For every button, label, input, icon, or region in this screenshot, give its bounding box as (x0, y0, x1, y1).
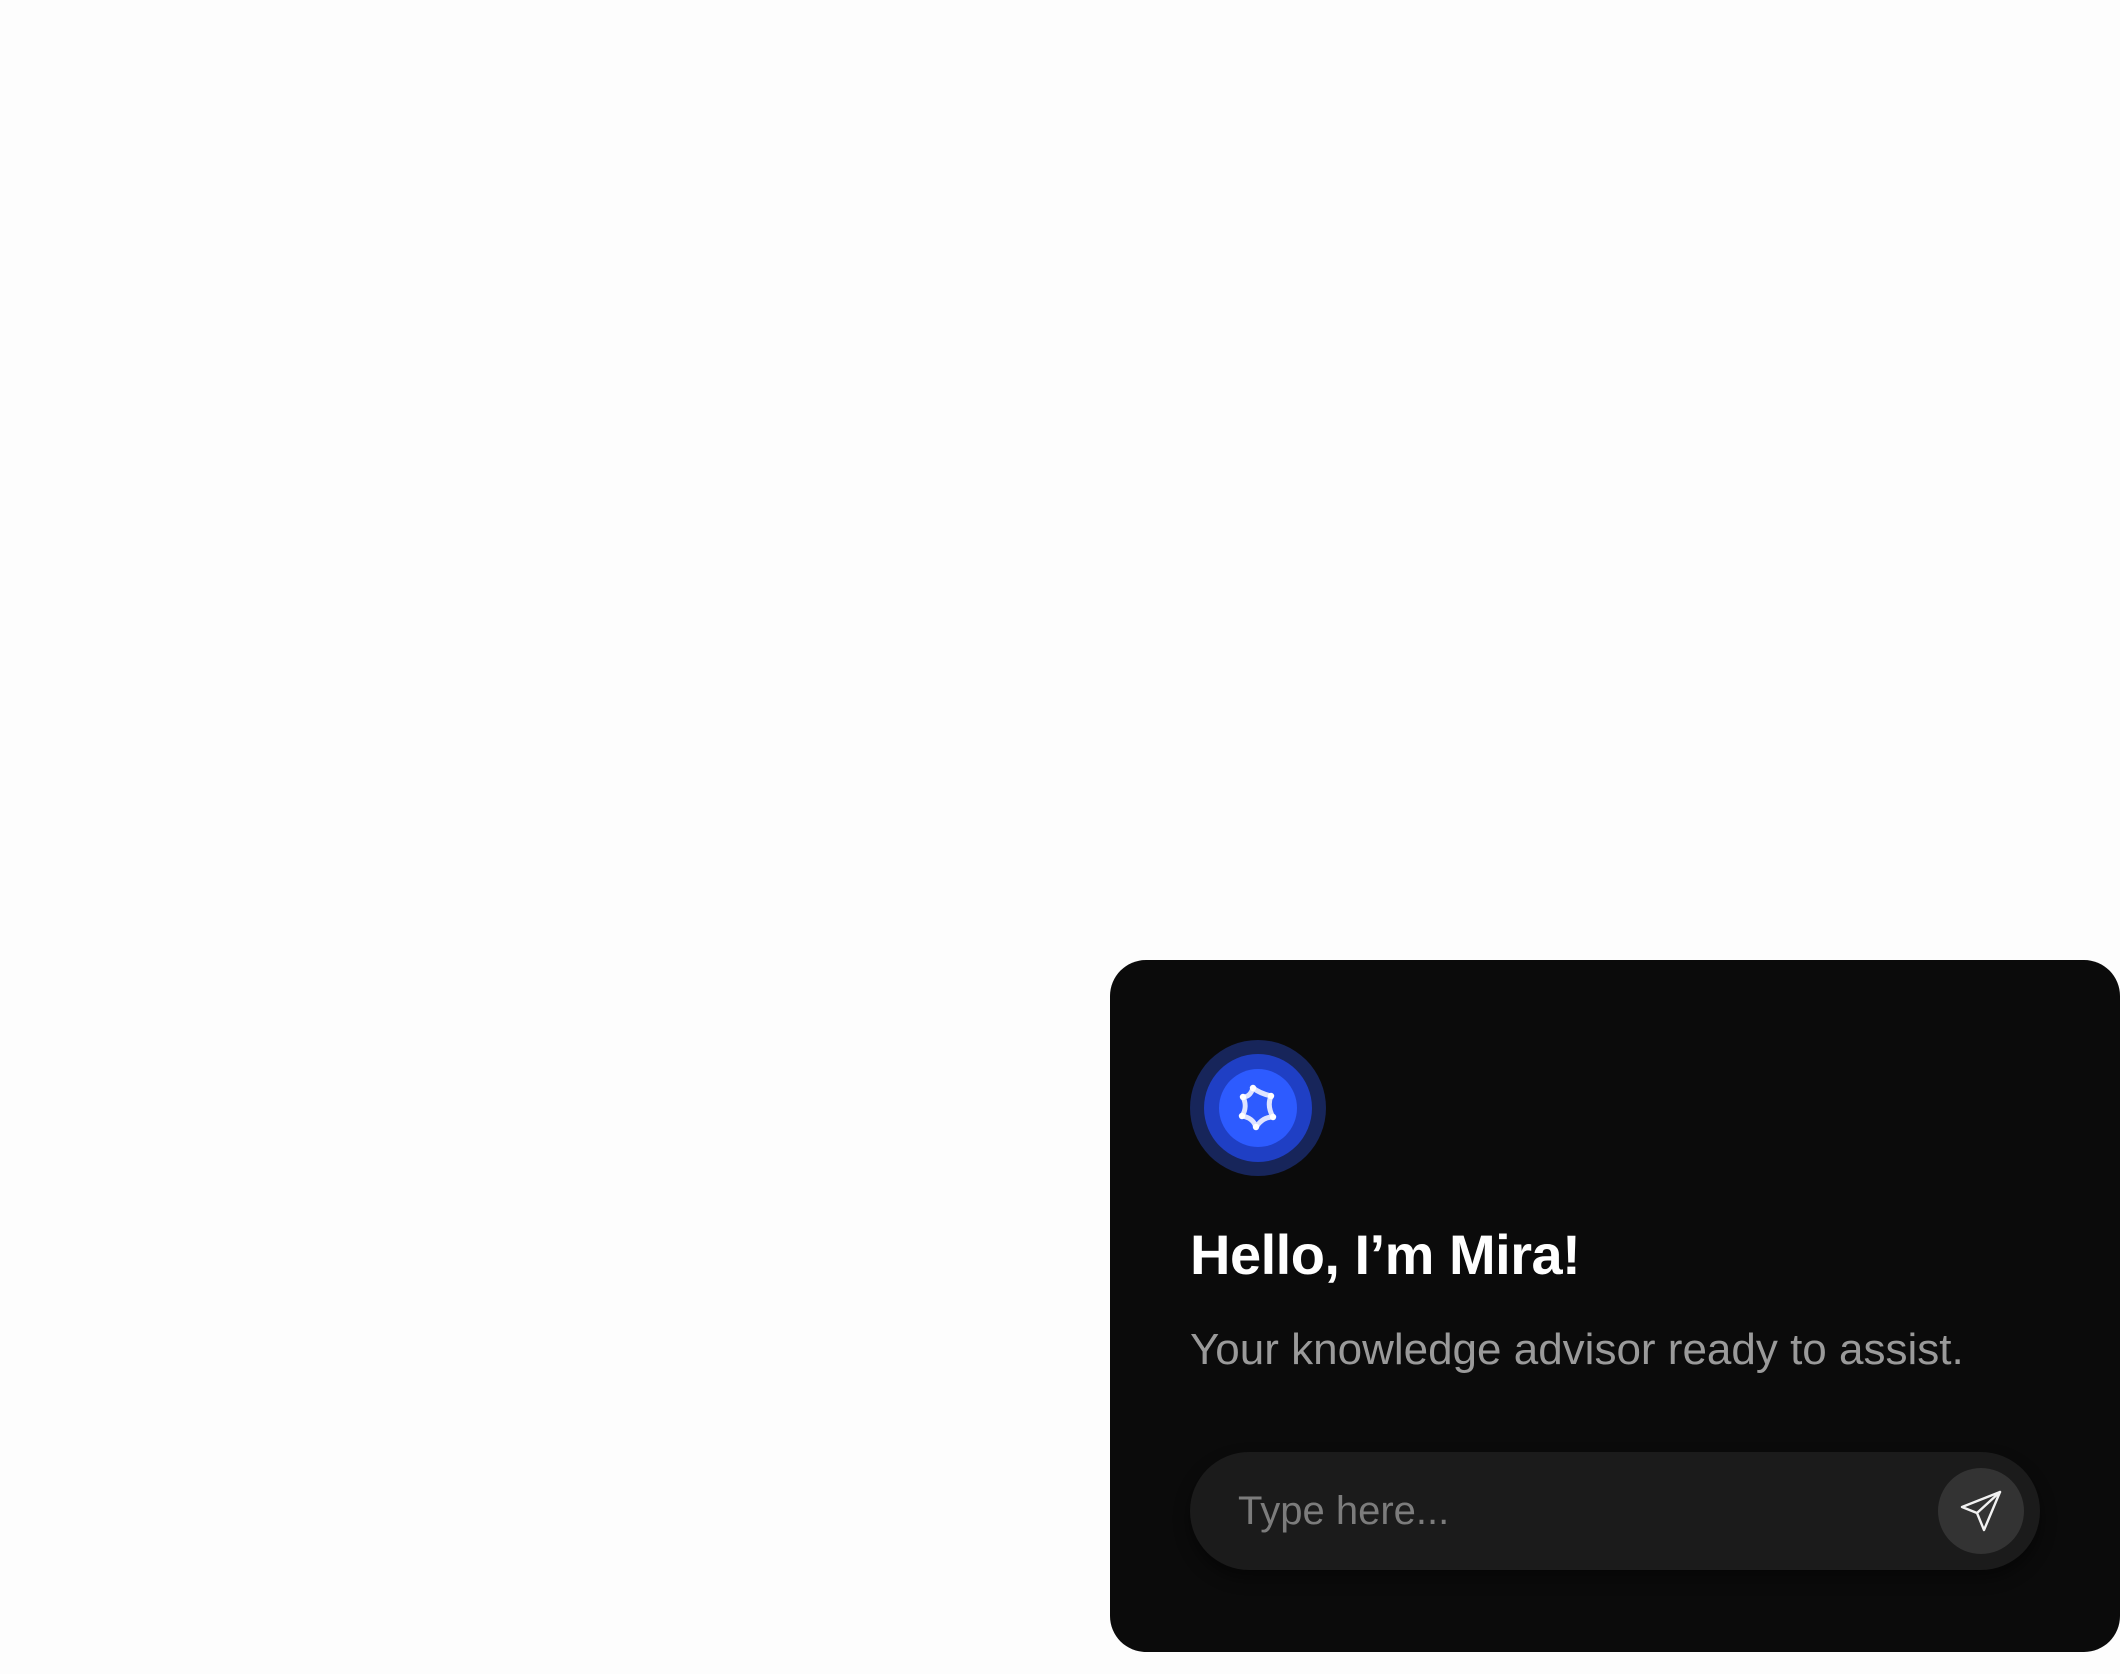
sparkle-star-icon (1238, 1084, 1277, 1131)
assistant-avatar (1190, 1040, 1326, 1176)
assistant-subtitle: Your knowledge advisor ready to assist. (1190, 1325, 1964, 1374)
paper-plane-icon (1960, 1490, 2002, 1532)
message-input[interactable] (1238, 1452, 1918, 1570)
assistant-greeting-title: Hello, I’m Mira! (1190, 1223, 1581, 1286)
message-composer (1190, 1452, 2040, 1570)
send-button[interactable] (1938, 1468, 2024, 1554)
assistant-card: Hello, I’m Mira! Your knowledge advisor … (1110, 960, 2120, 1652)
